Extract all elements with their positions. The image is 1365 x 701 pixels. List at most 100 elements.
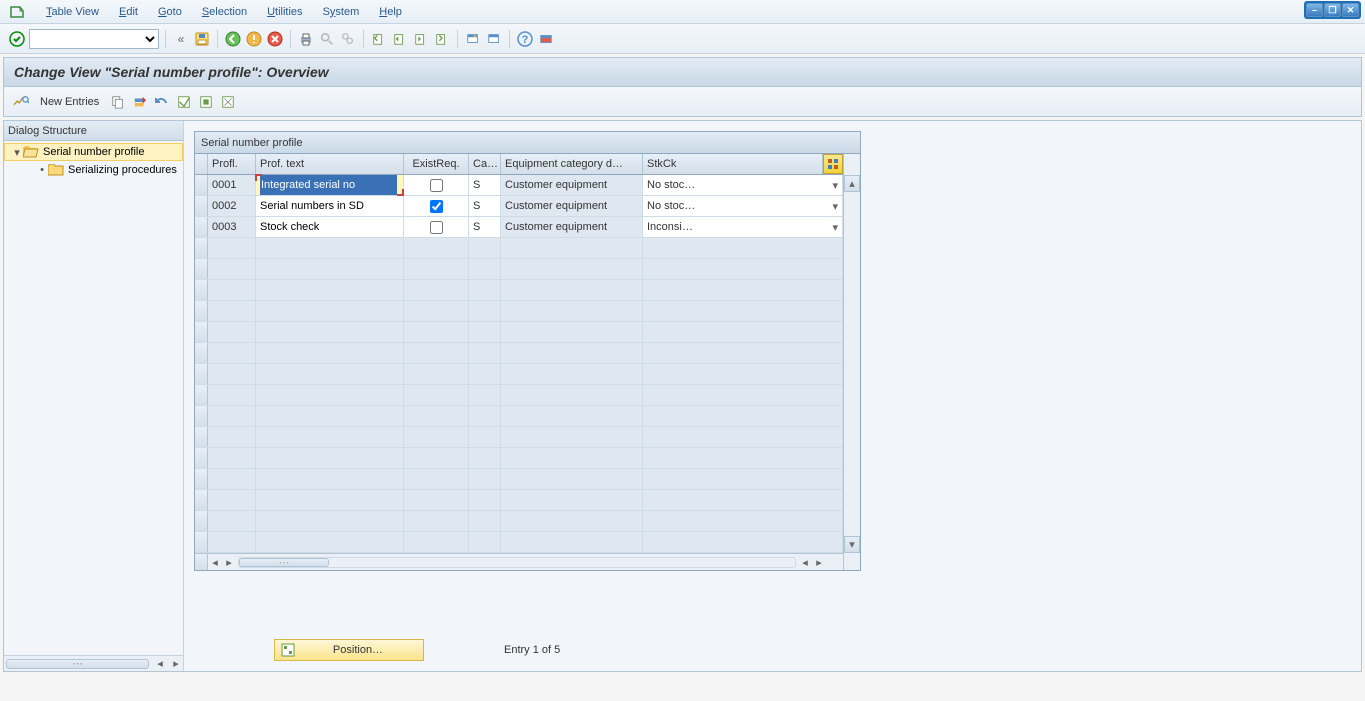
cell-profl[interactable]: 0001: [208, 175, 256, 195]
find-next-icon[interactable]: [339, 30, 357, 48]
cell-profl[interactable]: [208, 427, 256, 447]
row-selector[interactable]: [195, 280, 208, 300]
existreq-checkbox[interactable]: [430, 221, 443, 234]
menu-table-view[interactable]: Table View: [36, 6, 109, 18]
menu-help[interactable]: Help: [369, 6, 412, 18]
menu-edit[interactable]: Edit: [109, 6, 148, 18]
minimize-button[interactable]: –: [1306, 3, 1323, 17]
cell-profl[interactable]: [208, 490, 256, 510]
close-button[interactable]: ✕: [1342, 3, 1359, 17]
cell-stkck[interactable]: [643, 532, 843, 552]
cell-profl[interactable]: [208, 511, 256, 531]
hscroll-left2-icon[interactable]: ◂: [798, 556, 812, 569]
cell-proftext[interactable]: [256, 175, 404, 195]
maximize-button[interactable]: ❐: [1324, 3, 1341, 17]
cell-cat[interactable]: [469, 280, 501, 300]
cell-cat[interactable]: [469, 511, 501, 531]
cell-stkck[interactable]: [643, 490, 843, 510]
new-session-icon[interactable]: [464, 30, 482, 48]
cell-existreq[interactable]: [404, 385, 469, 405]
cell-proftext[interactable]: [256, 343, 404, 363]
row-selector[interactable]: [195, 259, 208, 279]
col-header-cat[interactable]: Ca…: [469, 154, 501, 174]
row-selector[interactable]: [195, 511, 208, 531]
cell-proftext[interactable]: [256, 469, 404, 489]
row-selector[interactable]: [195, 217, 208, 237]
cell-stkck[interactable]: No stoc…▾: [643, 175, 843, 195]
cell-eqcat[interactable]: [501, 322, 643, 342]
cell-stkck[interactable]: No stoc…▾: [643, 196, 843, 216]
cell-profl[interactable]: [208, 259, 256, 279]
row-selector[interactable]: [195, 343, 208, 363]
proftext-input[interactable]: [260, 217, 399, 237]
cell-cat[interactable]: S: [469, 196, 501, 216]
cell-stkck[interactable]: [643, 322, 843, 342]
cell-profl[interactable]: [208, 322, 256, 342]
cell-eqcat[interactable]: [501, 490, 643, 510]
cell-profl[interactable]: [208, 448, 256, 468]
position-button[interactable]: Position…: [274, 639, 424, 661]
cell-eqcat[interactable]: [501, 259, 643, 279]
cell-cat[interactable]: [469, 322, 501, 342]
cell-eqcat[interactable]: [501, 469, 643, 489]
cell-stkck[interactable]: [643, 511, 843, 531]
cell-proftext[interactable]: [256, 448, 404, 468]
cell-existreq[interactable]: [404, 343, 469, 363]
cell-existreq[interactable]: [404, 280, 469, 300]
copy-as-icon[interactable]: [109, 93, 127, 111]
command-field[interactable]: [29, 29, 159, 49]
cancel-icon[interactable]: [266, 30, 284, 48]
row-selector[interactable]: [195, 469, 208, 489]
hscroll-right2-icon[interactable]: ▸: [812, 556, 826, 569]
cell-stkck[interactable]: [643, 448, 843, 468]
cell-profl[interactable]: [208, 343, 256, 363]
cell-existreq[interactable]: [404, 427, 469, 447]
cell-cat[interactable]: [469, 259, 501, 279]
cell-proftext[interactable]: [256, 322, 404, 342]
cell-eqcat[interactable]: Customer equipment: [501, 196, 643, 216]
cell-existreq[interactable]: [404, 490, 469, 510]
toggle-display-icon[interactable]: [12, 93, 30, 111]
cell-eqcat[interactable]: [501, 532, 643, 552]
cell-existreq[interactable]: [404, 364, 469, 384]
save-icon[interactable]: [193, 30, 211, 48]
vscroll-down-icon[interactable]: ▾: [844, 536, 860, 553]
cell-profl[interactable]: [208, 301, 256, 321]
help-icon[interactable]: ?: [516, 30, 534, 48]
proftext-input[interactable]: [260, 196, 399, 216]
row-selector[interactable]: [195, 238, 208, 258]
select-all-icon[interactable]: [175, 93, 193, 111]
vscroll-track[interactable]: [844, 192, 860, 536]
deselect-all-icon[interactable]: [219, 93, 237, 111]
back-icon[interactable]: [224, 30, 242, 48]
hscroll-right-icon[interactable]: ▸: [222, 556, 236, 569]
dropdown-icon[interactable]: ▾: [832, 221, 838, 234]
cell-proftext[interactable]: [256, 427, 404, 447]
tree-expander-icon[interactable]: ▾: [11, 146, 23, 159]
dropdown-icon[interactable]: ▾: [832, 179, 838, 192]
table-settings-icon[interactable]: [823, 154, 843, 174]
cell-existreq[interactable]: [404, 217, 469, 237]
cell-proftext[interactable]: [256, 406, 404, 426]
hscroll-track[interactable]: ⋯: [238, 557, 796, 568]
cell-eqcat[interactable]: [501, 301, 643, 321]
sidebar-hscroll[interactable]: ⋯ ◂ ▸: [4, 655, 183, 671]
col-header-eqcat[interactable]: Equipment category d…: [501, 154, 643, 174]
cell-proftext[interactable]: [256, 364, 404, 384]
menu-utilities[interactable]: Utilities: [257, 6, 312, 18]
scroll-left-icon[interactable]: ◂: [153, 657, 167, 670]
cell-existreq[interactable]: [404, 175, 469, 195]
last-page-icon[interactable]: [433, 30, 451, 48]
cell-cat[interactable]: [469, 406, 501, 426]
select-all-column[interactable]: [195, 154, 208, 174]
cell-cat[interactable]: [469, 469, 501, 489]
existreq-checkbox[interactable]: [430, 200, 443, 213]
layout-icon[interactable]: [537, 30, 555, 48]
tree-node-serializing-procedures[interactable]: • Serializing procedures: [4, 161, 183, 179]
cell-proftext[interactable]: [256, 196, 404, 216]
cell-profl[interactable]: [208, 364, 256, 384]
row-selector[interactable]: [195, 322, 208, 342]
vscroll-up-icon[interactable]: ▴: [844, 175, 860, 192]
back-double-icon[interactable]: «: [172, 30, 190, 48]
cell-profl[interactable]: [208, 238, 256, 258]
